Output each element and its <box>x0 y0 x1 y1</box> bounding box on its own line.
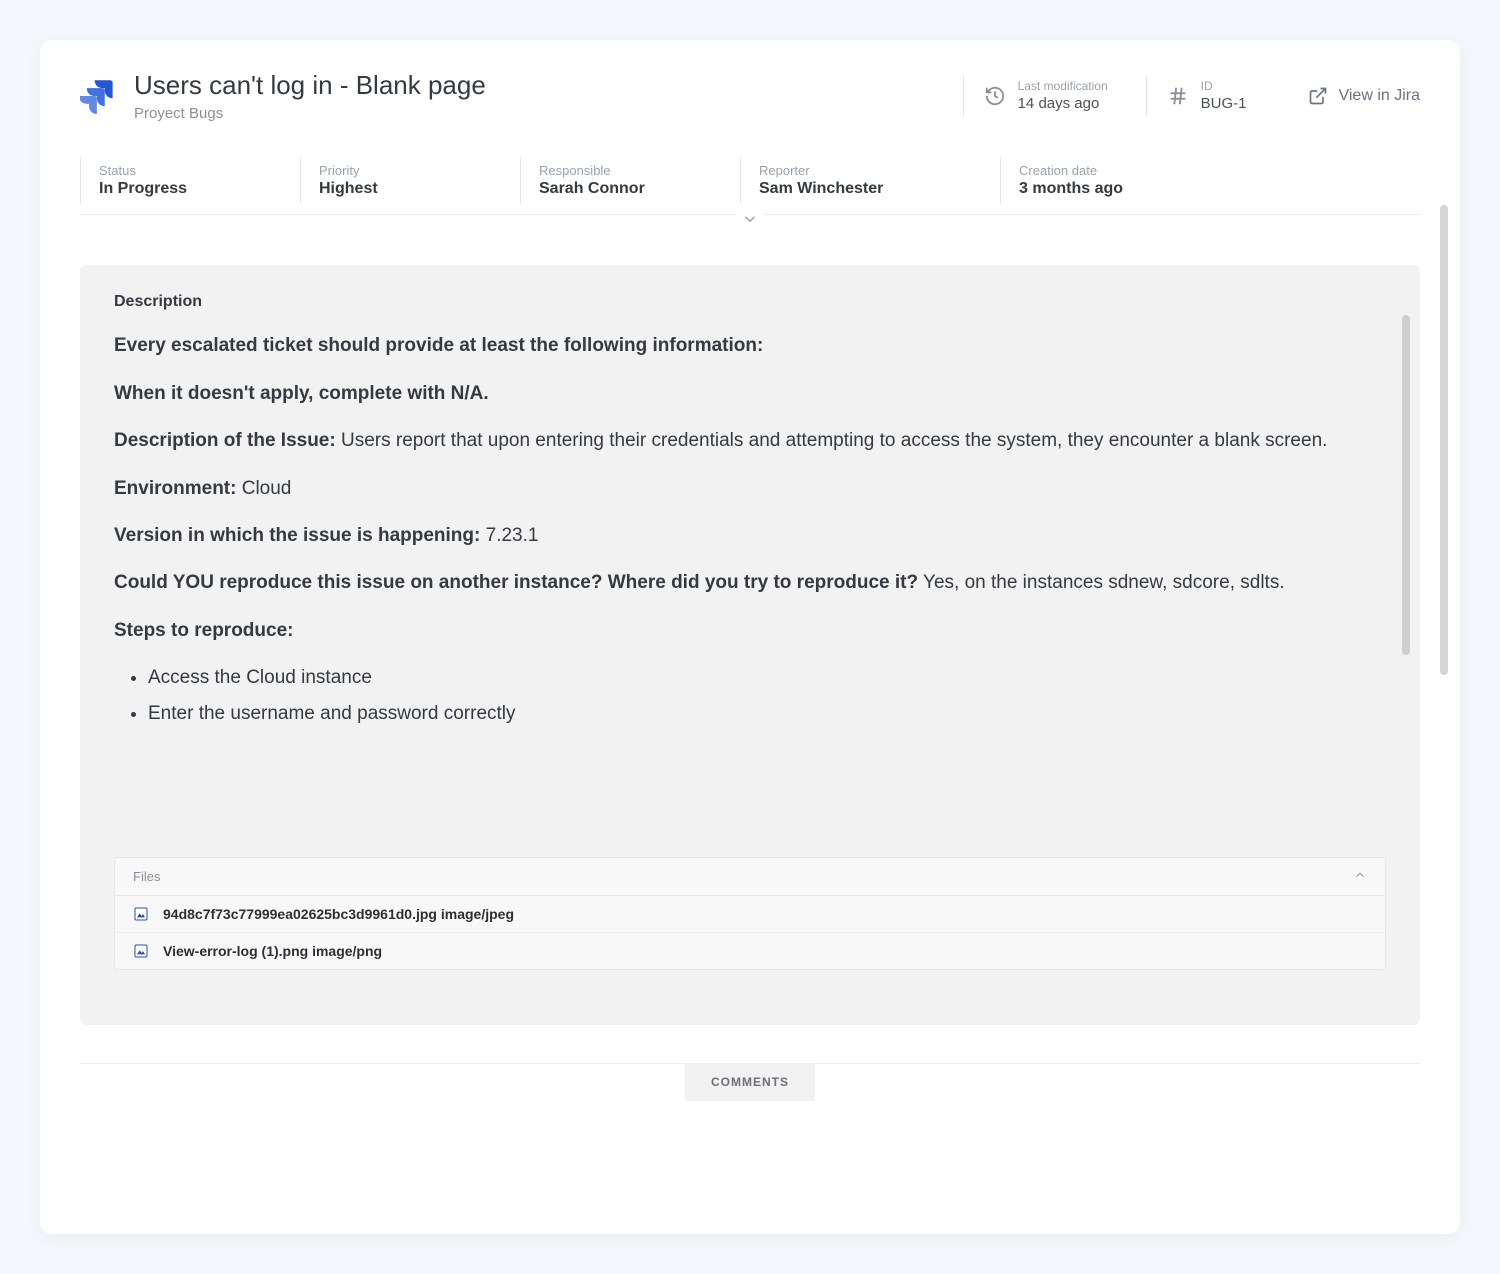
field-creation-date: Creation date 3 months ago <box>1000 157 1260 204</box>
project-name: Proyect Bugs <box>134 105 486 122</box>
expand-fields-toggle[interactable] <box>735 210 765 233</box>
header: Users can't log in - Blank page Proyect … <box>80 70 1420 146</box>
comments-button[interactable]: COMMENTS <box>685 1063 815 1101</box>
files-heading: Files <box>133 869 160 884</box>
field-priority: Priority Highest <box>300 157 520 204</box>
history-icon <box>984 85 1006 107</box>
last-modification-value: 14 days ago <box>1018 94 1108 114</box>
view-in-jira-label: View in Jira <box>1338 87 1420 105</box>
file-name: View-error-log (1).png image/png <box>163 943 382 959</box>
last-modification-label: Last modification <box>1018 79 1108 93</box>
hash-icon <box>1167 85 1189 107</box>
external-link-icon <box>1308 86 1328 106</box>
field-reporter: Reporter Sam Winchester <box>740 157 1000 204</box>
description-scrollbar[interactable] <box>1402 315 1410 655</box>
file-name: 94d8c7f73c77999ea02625bc3d9961d0.jpg ima… <box>163 906 514 922</box>
description-body: Every escalated ticket should provide at… <box>114 331 1386 841</box>
jira-icon <box>80 78 116 114</box>
ticket-id: ID BUG-1 <box>1146 75 1267 117</box>
step-item: Access the Cloud instance <box>148 663 1346 692</box>
chevron-up-icon <box>1353 868 1367 885</box>
step-item: Enter the username and password correctl… <box>148 699 1346 728</box>
main-content: Description Every escalated ticket shoul… <box>80 265 1420 1204</box>
chevron-down-icon <box>741 210 759 228</box>
files-header[interactable]: Files <box>115 858 1385 896</box>
fields-row: Status In Progress Priority Highest Resp… <box>80 146 1420 215</box>
ticket-card: Users can't log in - Blank page Proyect … <box>40 40 1460 1234</box>
field-responsible: Responsible Sarah Connor <box>520 157 740 204</box>
field-status: Status In Progress <box>80 157 300 204</box>
last-modification: Last modification 14 days ago <box>963 75 1128 117</box>
id-value: BUG-1 <box>1201 94 1247 114</box>
description-heading: Description <box>114 293 1386 311</box>
id-label: ID <box>1201 79 1247 93</box>
comments-divider: COMMENTS <box>80 1063 1420 1102</box>
page-scrollbar[interactable] <box>1440 205 1448 1215</box>
file-row[interactable]: View-error-log (1).png image/png <box>115 933 1385 969</box>
view-in-jira-link[interactable]: View in Jira <box>1284 86 1420 106</box>
file-row[interactable]: 94d8c7f73c77999ea02625bc3d9961d0.jpg ima… <box>115 896 1385 933</box>
files-section: Files 94d8c7f73c77999ea02625bc3d9961d0.j… <box>114 857 1386 970</box>
image-file-icon <box>133 943 149 959</box>
page-title: Users can't log in - Blank page <box>134 70 486 101</box>
description-card: Description Every escalated ticket shoul… <box>80 265 1420 1025</box>
image-file-icon <box>133 906 149 922</box>
